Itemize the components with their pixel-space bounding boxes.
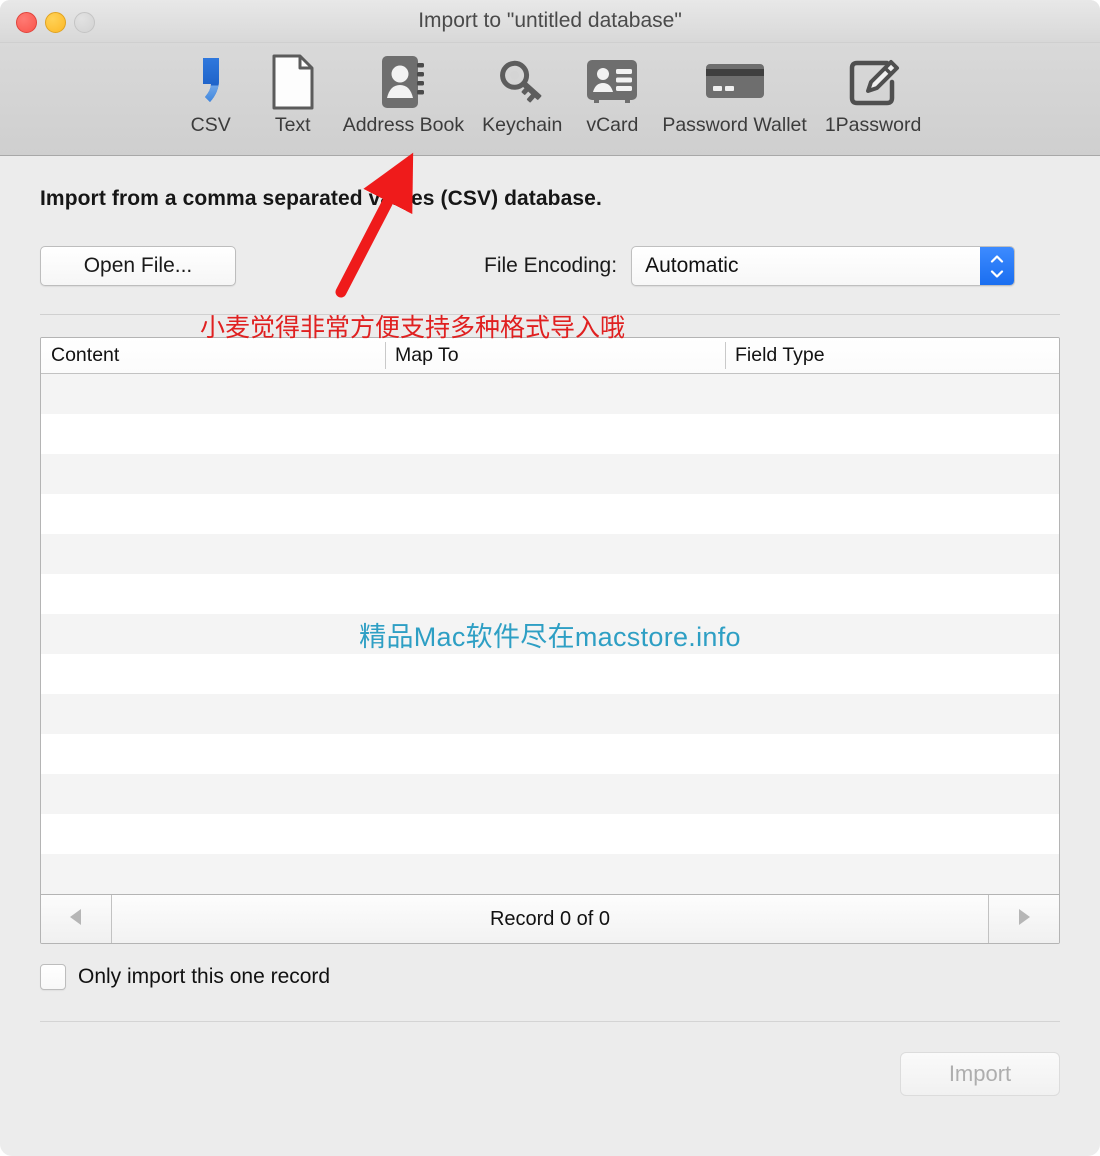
table-header-row: Content Map To Field Type	[41, 338, 1059, 374]
toolbar-item-text[interactable]: Text	[252, 51, 334, 137]
toolbar-item-1password[interactable]: 1Password	[816, 51, 930, 137]
column-header-map-to[interactable]: Map To	[385, 338, 725, 373]
next-record-button[interactable]	[988, 895, 1059, 943]
window-title: Import to "untitled database"	[418, 9, 682, 32]
divider-top	[40, 314, 1060, 315]
toolbar-item-label: Password Wallet	[662, 114, 807, 136]
table-row[interactable]	[41, 694, 1059, 734]
triangle-right-icon	[1015, 907, 1033, 932]
window-titlebar: Import to "untitled database"	[0, 0, 1100, 43]
file-encoding-value: Automatic	[645, 254, 739, 277]
table-row[interactable]	[41, 814, 1059, 854]
vcard-icon	[585, 51, 639, 113]
previous-record-button[interactable]	[41, 895, 112, 943]
toolbar-item-label: Text	[274, 114, 311, 136]
toolbar-item-label: Keychain	[482, 114, 563, 136]
divider-bottom	[40, 1021, 1060, 1022]
toolbar-item-label: Address Book	[342, 114, 465, 136]
import-panel: Import from a comma separated values (CS…	[0, 187, 1100, 1096]
table-row[interactable]	[41, 414, 1059, 454]
table-row[interactable]	[41, 774, 1059, 814]
table-row[interactable]	[41, 374, 1059, 414]
triangle-left-icon	[67, 907, 85, 932]
toolbar-item-keychain[interactable]: Keychain	[473, 51, 571, 137]
column-header-field-type[interactable]: Field Type	[725, 338, 1059, 373]
file-controls-row: Open File... File Encoding: Automatic	[40, 246, 1060, 286]
key-icon	[494, 51, 550, 113]
credit-card-icon	[704, 51, 766, 113]
import-source-toolbar: CSV Text Address Book Keychain vCard Pas…	[0, 43, 1100, 156]
toolbar-item-address-book[interactable]: Address Book	[334, 51, 473, 137]
file-encoding-label: File Encoding:	[484, 254, 618, 277]
toolbar-item-label: 1Password	[824, 114, 922, 136]
footer-actions: Import	[40, 1052, 1060, 1096]
import-button[interactable]: Import	[900, 1052, 1060, 1096]
chevron-updown-icon	[980, 247, 1015, 285]
page-title: Import from a comma separated values (CS…	[40, 187, 602, 210]
toolbar-item-csv[interactable]: CSV	[170, 51, 252, 137]
toolbar-item-label: CSV	[190, 114, 231, 136]
record-navigation-bar: Record 0 of 0	[41, 894, 1059, 943]
table-body[interactable]: 精品Mac软件尽在macstore.info	[41, 374, 1059, 894]
record-status-text: Record 0 of 0	[112, 895, 988, 943]
table-row[interactable]	[41, 454, 1059, 494]
toolbar-item-label: vCard	[586, 114, 639, 136]
table-row[interactable]	[41, 494, 1059, 534]
only-import-one-record-label: Only import this one record	[78, 965, 331, 988]
csv-comma-icon	[194, 51, 228, 113]
file-encoding-select[interactable]: Automatic	[631, 246, 1016, 286]
table-row[interactable]	[41, 854, 1059, 894]
table-row[interactable]	[41, 654, 1059, 694]
only-import-one-record-row[interactable]: Only import this one record	[40, 964, 1060, 990]
toolbar-item-vcard[interactable]: vCard	[571, 51, 653, 137]
table-row[interactable]	[41, 534, 1059, 574]
pencil-square-icon	[845, 51, 901, 113]
table-row[interactable]	[41, 734, 1059, 774]
open-file-button[interactable]: Open File...	[40, 246, 236, 286]
column-header-content[interactable]: Content	[41, 338, 385, 373]
text-document-icon	[270, 51, 316, 113]
table-row[interactable]	[41, 574, 1059, 614]
table-row[interactable]	[41, 614, 1059, 654]
import-window: Import to "untitled database" CSV Text A…	[0, 0, 1100, 1156]
import-preview-table: Content Map To Field Type 精品Mac软件尽在macst…	[40, 337, 1060, 944]
address-book-icon	[378, 51, 428, 113]
toolbar-item-password-wallet[interactable]: Password Wallet	[653, 51, 816, 137]
only-import-one-record-checkbox[interactable]	[40, 964, 66, 990]
